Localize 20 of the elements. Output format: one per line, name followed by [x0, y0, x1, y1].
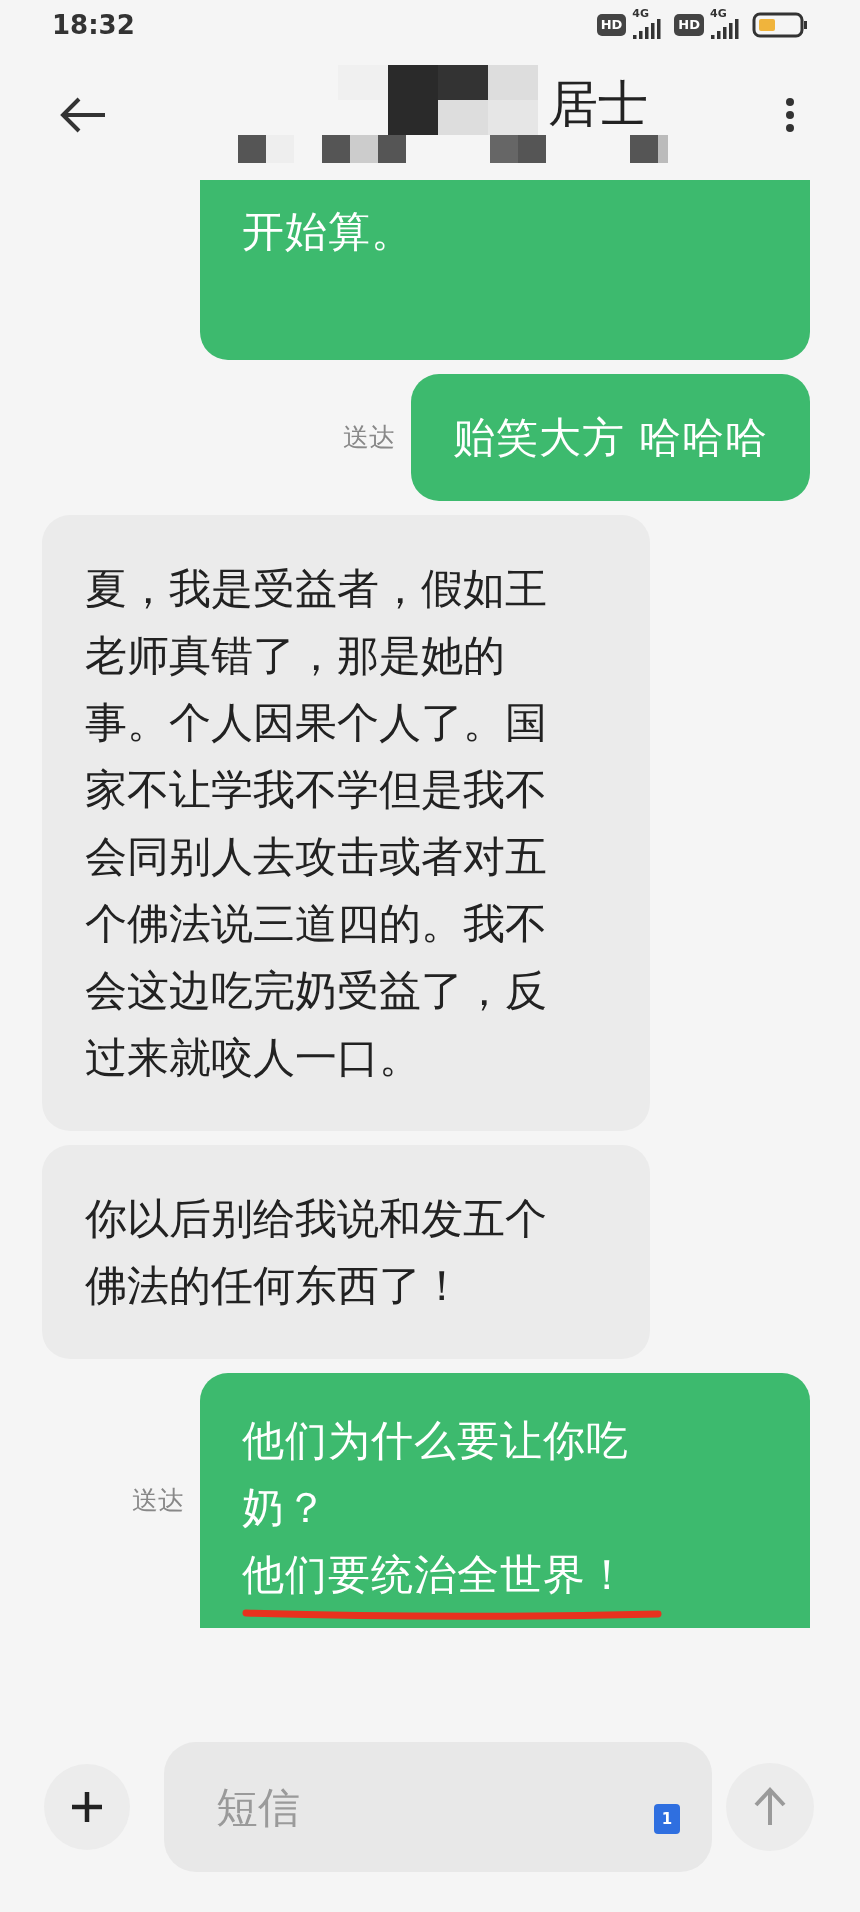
message-text: 开始算。	[242, 206, 415, 258]
message-text: 他们要统治全世界！	[242, 1549, 630, 1601]
up-arrow-icon	[753, 1787, 787, 1827]
plus-icon	[70, 1790, 104, 1824]
hd-badge: HD	[596, 14, 627, 36]
menu-icon	[785, 97, 795, 133]
hd-badge: HD	[674, 14, 704, 36]
status-time: 18:32	[52, 8, 135, 42]
message-text: 贻笑大方 哈哈哈	[452, 412, 768, 464]
delivery-status: 送达	[342, 421, 395, 454]
back-arrow-icon	[59, 97, 107, 133]
message-text: 夏，我是受益者，假如王老师真错了，那是她的事。个人因果个人了。国家不让学我不学但是我不会同别人去攻击或者对五个佛法说三道四的。我不会这边吃完奶受益了，反过来就咬人一口。	[85, 563, 548, 1084]
message-text: 你以后别给我说和发五个佛法的任何东西了！	[85, 1193, 548, 1312]
network-label: 4G	[632, 7, 649, 19]
delivery-status: 送达	[132, 1484, 184, 1517]
network-label: 4G	[710, 7, 727, 19]
message-text: 他们为什么要让你吃奶？	[242, 1415, 630, 1534]
contact-title: 居士	[548, 74, 648, 135]
battery-icon	[752, 11, 808, 39]
sim-badge: 1	[654, 1804, 680, 1834]
